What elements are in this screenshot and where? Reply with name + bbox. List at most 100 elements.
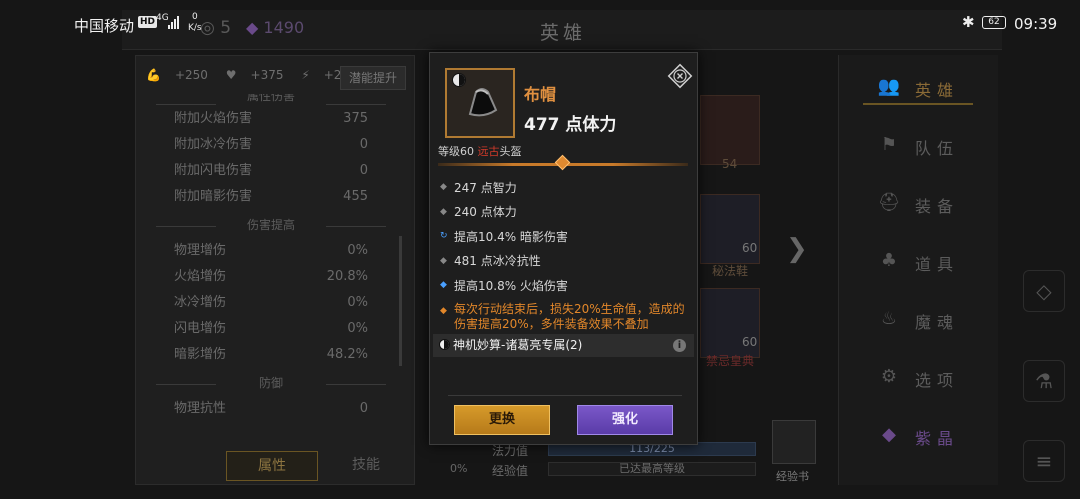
- divider: [448, 395, 682, 396]
- stat-label: 附加暗影伤害: [174, 189, 253, 204]
- nav-options[interactable]: ⚙ 选项: [863, 359, 973, 395]
- hero-card[interactable]: [700, 95, 760, 165]
- stat-row: 火焰增伤 20.8%: [156, 264, 386, 290]
- item-level-line: 等级60 远古头盔: [438, 143, 522, 159]
- attribute-panel: 💪+250 ♥+375 ⚡+250% 潜能提升 属性伤害 附加火焰伤害375 附…: [135, 55, 415, 485]
- nav-souls[interactable]: ♨ 魔魂: [863, 301, 973, 337]
- stat-row: 附加火焰伤害 375: [156, 106, 386, 132]
- network-speed: 0 K/s: [188, 12, 202, 34]
- hat-icon: [468, 88, 498, 117]
- exp-label: 经验值: [492, 464, 529, 478]
- nav-heroes[interactable]: 👥 英雄: [863, 69, 973, 105]
- right-nav: 👥 英雄 ⚑ 队伍 ⛑ 装备 ♣ 道具 ♨ 魔魂 ⚙ 选项 ◆ 紫晶: [838, 55, 998, 485]
- divider-gem-icon: [554, 154, 571, 171]
- flag-icon: ⚑: [880, 134, 898, 155]
- bullet-icon: ◆: [440, 182, 447, 193]
- stat-row: 附加冰冷伤害 0: [156, 132, 386, 158]
- nav-equipment[interactable]: ⛑ 装备: [863, 185, 973, 221]
- strength-icon: 💪: [146, 68, 161, 82]
- stat-label: 物理增伤: [174, 243, 227, 258]
- stat-value: 48.2%: [326, 347, 368, 362]
- potential-upgrade-button[interactable]: 潜能提升: [340, 66, 406, 90]
- enhance-button[interactable]: 强化: [577, 405, 673, 435]
- section-header: 防御: [156, 374, 386, 396]
- bullet-icon: ◆: [440, 305, 447, 316]
- bullet-icon: ◆: [440, 255, 447, 266]
- stat-label: 物理抗性: [174, 401, 227, 416]
- stat-row: 物理抗性 0: [156, 396, 386, 422]
- heart-icon: ♥: [225, 68, 237, 82]
- nav-items[interactable]: ♣ 道具: [863, 243, 973, 279]
- bullet-icon: ◆: [440, 280, 447, 291]
- info-icon[interactable]: i: [673, 339, 686, 352]
- speed-value: 0: [191, 12, 198, 22]
- affix-text: 481 点冰冷抗性: [454, 254, 541, 269]
- menu-icon[interactable]: ≡: [1023, 440, 1065, 482]
- nav-label: 紫晶: [915, 429, 960, 448]
- affix-text: 每次行动结束后，损失20%生命值，造成的伤害提高20%，多件装备效果不叠加: [454, 301, 685, 331]
- affix-row: ↻ 提高10.4% 暗影伤害: [440, 224, 690, 249]
- affix-text: 提高10.8% 火焰伤害: [454, 278, 568, 293]
- close-icon[interactable]: [667, 63, 693, 89]
- potion-icon[interactable]: ⚗: [1023, 360, 1065, 402]
- affix-row: ◆ 提高10.8% 火焰伤害: [440, 273, 690, 298]
- stat-row: 附加闪电伤害 0: [156, 158, 386, 184]
- stat-value: 0: [359, 163, 368, 178]
- scrollbar[interactable]: [399, 236, 402, 366]
- affix-text: 247 点智力: [454, 180, 517, 195]
- bullet-icon: ◆: [440, 206, 447, 217]
- reroll-icon: ↻: [440, 231, 448, 242]
- nav-team[interactable]: ⚑ 队伍: [863, 127, 973, 163]
- item-grade: 远古: [477, 145, 500, 158]
- hd-badge: HD: [138, 16, 158, 28]
- affix-text: 提高10.4% 暗影伤害: [454, 229, 568, 244]
- stat-value: 0%: [347, 243, 368, 258]
- stat-row: 闪电增伤 0%: [156, 316, 386, 342]
- bluetooth-icon: ✱: [962, 13, 975, 31]
- edge-shortcuts: ◇ ⚗ ≡: [1005, 55, 1080, 495]
- chip-vitality: +375: [250, 68, 284, 82]
- stat-value: 0%: [347, 295, 368, 310]
- stat-row: 物理增伤 0%: [156, 238, 386, 264]
- section-header: 伤害提高: [156, 216, 386, 238]
- set-bonus-bar[interactable]: 神机妙算-诸葛亮专属(2) i: [433, 334, 694, 357]
- percent-value: 0%: [450, 462, 468, 475]
- clock: 09:39: [1014, 15, 1058, 33]
- hero-shortcut-icon[interactable]: ◇: [1023, 270, 1065, 312]
- stat-row: 暗影增伤 48.2%: [156, 342, 386, 368]
- stat-label: 附加冰冷伤害: [174, 137, 253, 152]
- item-icon-frame: [445, 68, 515, 138]
- battery-icon: 62: [982, 16, 1006, 29]
- nav-amethyst[interactable]: ◆ 紫晶: [863, 417, 973, 453]
- set-name: 神机妙算-诸葛亮专属(2): [453, 338, 583, 352]
- stat-value: 0%: [347, 321, 368, 336]
- nav-label: 队伍: [915, 139, 960, 158]
- item-slot-type: 头盔: [499, 145, 522, 158]
- item-detail-popup: 布帽 477 点体力 等级60 远古头盔 ◆ 247 点智力 ◆ 240 点体力 ↻…: [429, 52, 698, 445]
- gear-icon: ⚙: [880, 366, 898, 387]
- stat-label: 附加闪电伤害: [174, 163, 253, 178]
- armor-slot-level: 60: [742, 335, 758, 349]
- chevron-right-icon[interactable]: ❯: [786, 234, 808, 264]
- replace-button[interactable]: 更换: [454, 405, 550, 435]
- affix-row: ◆ 247 点智力: [440, 175, 690, 200]
- stat-row: 冰冷增伤 0%: [156, 290, 386, 316]
- stat-list[interactable]: 属性伤害 附加火焰伤害 375 附加冰冷伤害 0 附加闪电伤害 0 附加暗影伤害 455…: [156, 94, 386, 422]
- exp-book-icon[interactable]: [772, 420, 816, 464]
- stat-label: 暗影增伤: [174, 347, 227, 362]
- tab-attributes[interactable]: 属性: [226, 451, 318, 481]
- stat-value: 455: [343, 189, 368, 204]
- carrier-name: 中国移动: [74, 17, 135, 35]
- affix-row: ◆ 240 点体力: [440, 200, 690, 225]
- exp-book-label: 经验书: [776, 470, 809, 483]
- heroes-icon: 👥: [877, 76, 901, 97]
- nav-label: 英雄: [915, 81, 960, 100]
- item-level: 等级60: [438, 145, 478, 158]
- lightning-icon: ⚡: [301, 68, 310, 82]
- stat-value: 0: [359, 137, 368, 152]
- status-bar: 中国移动 HD 4G 0 K/s ✱ 62 09:39: [0, 0, 1080, 48]
- tab-skills[interactable]: 技能: [326, 451, 406, 481]
- item-main-stat: 477 点体力: [524, 115, 617, 135]
- stat-label: 附加火焰伤害: [174, 111, 253, 126]
- hero-card-level: 54: [722, 157, 738, 171]
